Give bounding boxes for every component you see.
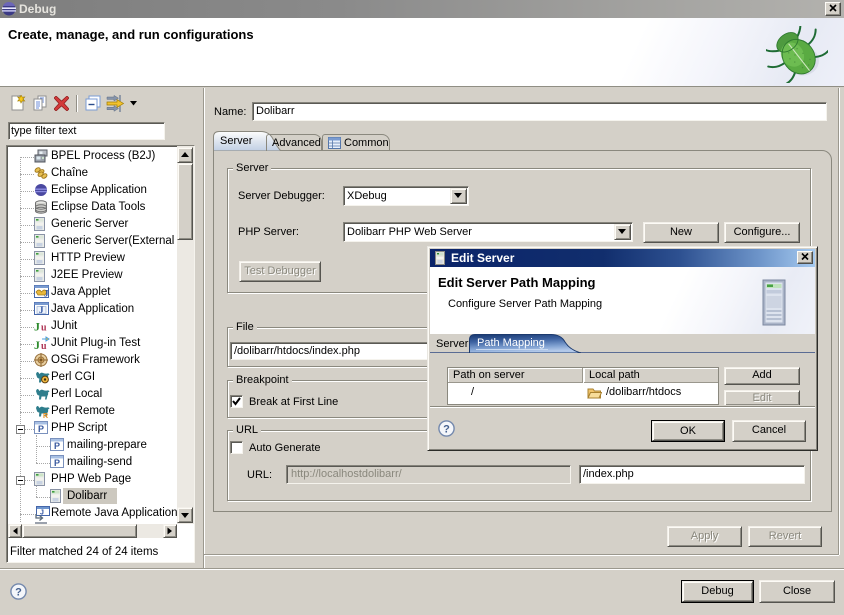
svg-text:P: P — [54, 441, 60, 451]
svg-text:?: ? — [15, 587, 22, 599]
svg-text:J: J — [34, 320, 40, 334]
svg-text:J: J — [44, 289, 49, 299]
svg-text:J: J — [39, 305, 44, 315]
svg-text:?: ? — [443, 424, 450, 436]
svg-text:P: P — [38, 424, 44, 434]
svg-text:R: R — [43, 413, 48, 418]
svg-text:u: u — [41, 323, 47, 334]
svg-text:u: u — [41, 341, 47, 351]
svg-text:P: P — [54, 458, 60, 468]
svg-text:J: J — [34, 338, 40, 351]
svg-text:J: J — [40, 510, 44, 517]
